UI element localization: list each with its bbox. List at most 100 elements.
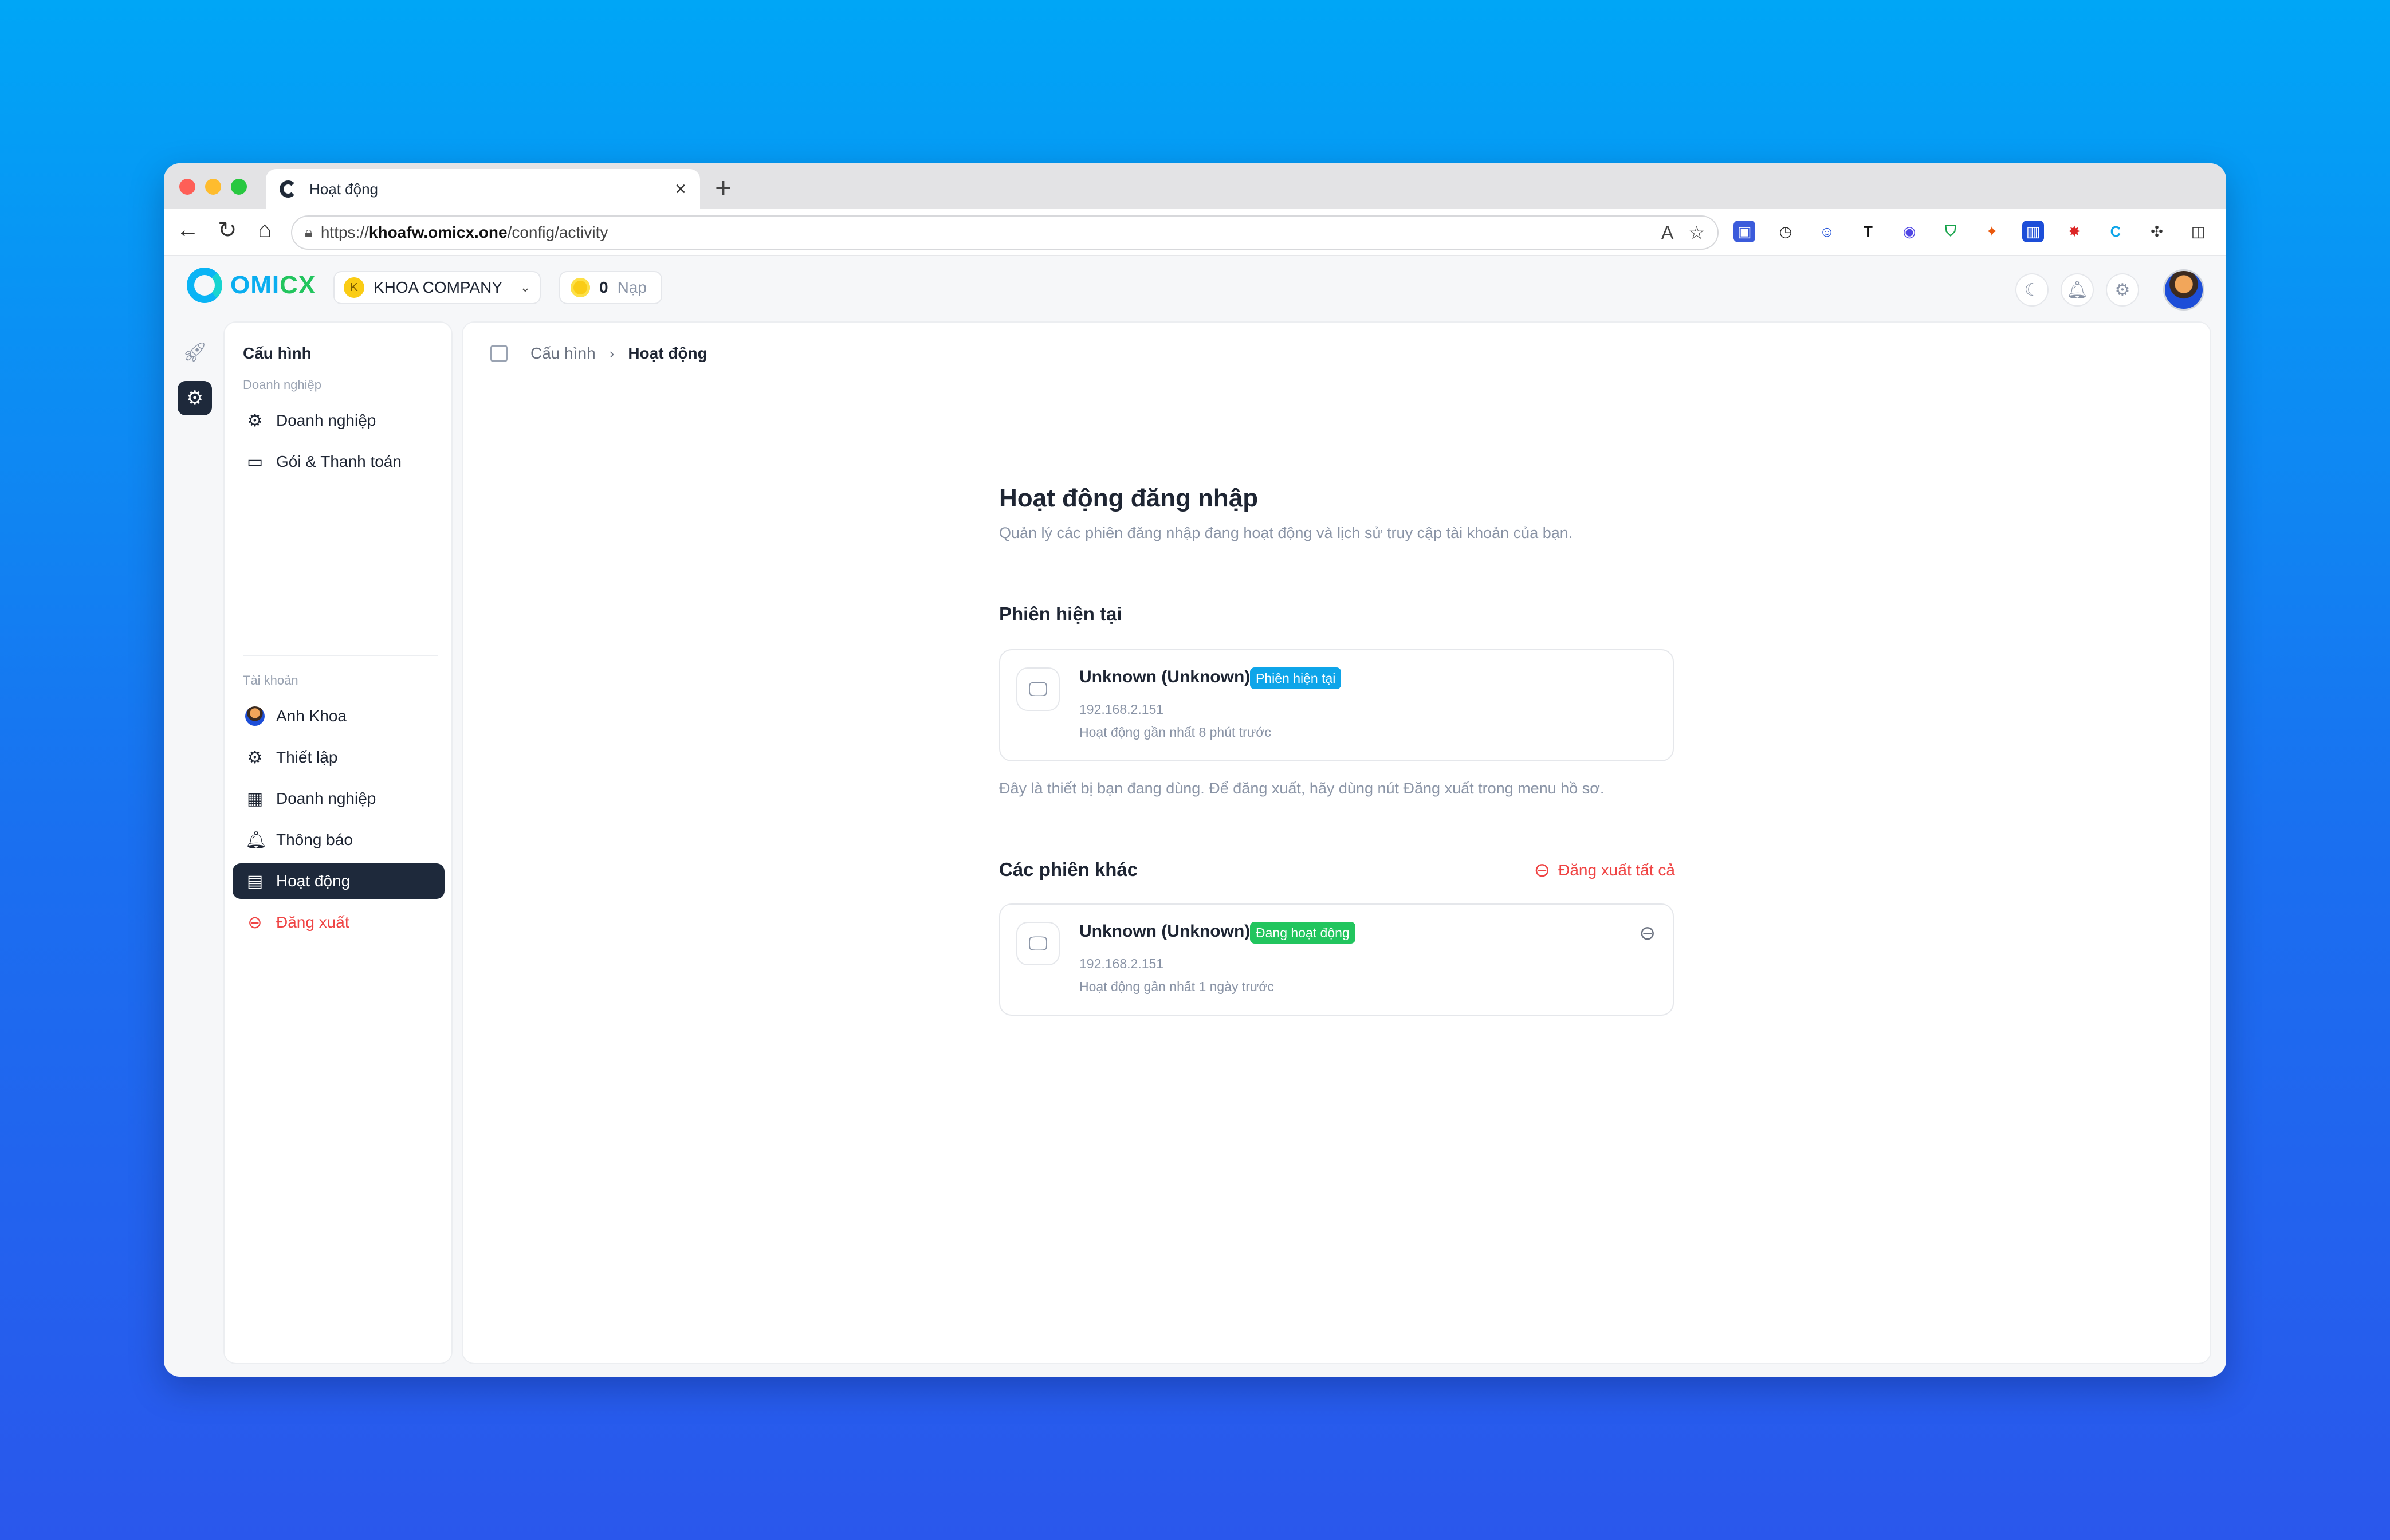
chevron-right-icon: ›: [609, 344, 615, 362]
bell-icon: 🔔︎: [245, 830, 268, 850]
sidebar-item-settings[interactable]: ⚙ Thiết lập: [233, 740, 445, 775]
coin-count: 0: [599, 278, 608, 296]
clock-extension-icon[interactable]: ◷: [1775, 221, 1797, 242]
company-switcher[interactable]: K KHOA COMPANY ⌄: [333, 271, 541, 304]
page-title: Hoạt động đăng nhập: [999, 484, 1259, 512]
omicx-favicon-icon: [280, 180, 297, 198]
browser-tab[interactable]: Hoạt động ×: [266, 169, 700, 209]
minimize-window-button[interactable]: [205, 179, 221, 195]
fox-extension-icon[interactable]: ✦: [1981, 221, 2003, 242]
last-active: Hoạt động gần nhất 8 phút trước: [1079, 725, 1271, 740]
bug-extension-icon[interactable]: ✸: [2063, 221, 2085, 242]
reload-icon[interactable]: ↻: [218, 217, 237, 243]
company-name: KHOA COMPANY: [374, 278, 503, 296]
bot-extension-icon[interactable]: ☺: [1816, 221, 1838, 242]
home-icon[interactable]: ⌂: [258, 217, 272, 243]
bell-icon[interactable]: 🔔︎: [2061, 273, 2094, 307]
sidebar-item-label: Đăng xuất: [276, 913, 349, 931]
chevron-down-icon: ⌄: [520, 280, 530, 294]
company-avatar: K: [344, 277, 364, 298]
coin-balance-button[interactable]: 0 Nạp: [559, 271, 662, 304]
chart-extension-icon[interactable]: ▥: [2022, 221, 2044, 242]
ip-address: 192.168.2.151: [1079, 702, 1164, 717]
new-tab-button[interactable]: +: [715, 171, 732, 205]
sidebar-item-notifications[interactable]: 🔔︎ Thông báo: [233, 822, 445, 858]
sidebar-item-plan-billing[interactable]: ▭ Gói & Thanh toán: [233, 444, 445, 480]
top-up-label: Nạp: [617, 278, 647, 296]
sidebar-title: Cấu hình: [243, 344, 312, 362]
shield-extension-icon[interactable]: ⛉: [1940, 221, 1961, 242]
sidebar-item-company[interactable]: ▦ Doanh nghiệp: [233, 781, 445, 816]
gear-icon: ⚙: [247, 748, 263, 767]
favorite-star-icon[interactable]: ☆: [1688, 222, 1705, 243]
config-gear-icon[interactable]: ⚙: [178, 381, 212, 415]
split-screen-icon[interactable]: ◫: [2187, 221, 2209, 242]
sidebar-item-activity[interactable]: ▤ Hoạt động: [233, 863, 445, 899]
current-session-heading: Phiên hiện tại: [999, 603, 1122, 624]
last-active: Hoạt động gần nhất 1 ngày trước: [1079, 979, 1274, 994]
sidebar-divider: [243, 655, 438, 656]
page-subtitle: Quản lý các phiên đăng nhập đang hoạt độ…: [999, 524, 1573, 541]
tab-title: Hoạt động: [309, 180, 378, 198]
gear-icon: ⚙: [247, 411, 263, 430]
status-badge: Đang hoạt động: [1250, 922, 1355, 944]
back-icon[interactable]: ←: [176, 217, 199, 243]
read-aloud-icon[interactable]: A: [1661, 222, 1673, 243]
sidebar-item-label: Anh Khoa: [276, 707, 347, 725]
extension-1-icon[interactable]: ▣: [1733, 221, 1755, 242]
logo-text: OMICX: [230, 271, 316, 299]
sidebar-item-business[interactable]: ⚙ Doanh nghiệp: [233, 403, 445, 438]
layout-icon[interactable]: [490, 345, 508, 362]
device-name: Unknown (Unknown): [1079, 922, 1251, 941]
browser-window: Hoạt động × + ← ↻ ⌂ 🔒︎ https://khoafw.om…: [164, 163, 2226, 1377]
sidebar-item-profile[interactable]: Anh Khoa: [233, 698, 445, 734]
breadcrumb-parent-link[interactable]: Cấu hình: [530, 344, 596, 363]
status-badge: Phiên hiện tại: [1250, 667, 1342, 689]
puzzle-extension-icon[interactable]: ✣: [2146, 221, 2168, 242]
card-icon: ▭: [246, 452, 264, 472]
section-business-label: Doanh nghiệp: [243, 378, 322, 392]
close-tab-icon[interactable]: ×: [675, 178, 686, 201]
logout-icon: ⊖: [247, 913, 262, 932]
url-text[interactable]: https://khoafw.omicx.one/config/activity: [321, 223, 1646, 242]
t-extension-icon[interactable]: T: [1857, 221, 1879, 242]
app-header: OMICX K KHOA COMPANY ⌄ 0 Nạp ☾ 🔔︎ ⚙: [164, 256, 2226, 317]
logout-icon: ⊖: [1534, 859, 1551, 881]
lock-icon[interactable]: 🔒︎: [305, 223, 313, 242]
browser-toolbar: ← ↻ ⌂ 🔒︎ https://khoafw.omicx.one/config…: [164, 209, 2226, 256]
section-account-label: Tài khoản: [243, 673, 298, 688]
maximize-window-button[interactable]: [231, 179, 247, 195]
logout-all-button[interactable]: ⊖ Đăng xuất tất cả: [1534, 859, 1675, 882]
other-session-card: 🖵︎ Unknown (Unknown) Đang hoạt động 192.…: [999, 903, 1674, 1016]
device-name: Unknown (Unknown): [1079, 667, 1251, 686]
address-bar[interactable]: 🔒︎ https://khoafw.omicx.one/config/activ…: [291, 215, 1719, 250]
omicx-logo[interactable]: OMICX: [187, 268, 316, 303]
settings-gear-icon[interactable]: ⚙: [2106, 273, 2139, 307]
sidebar-item-label: Hoạt động: [276, 872, 351, 890]
avatar: [245, 706, 265, 726]
circle-extension-icon[interactable]: ◉: [1898, 221, 1920, 242]
other-sessions-heading: Các phiên khác: [999, 859, 1138, 880]
monitor-icon: 🖵︎: [1016, 667, 1060, 711]
monitor-icon: 🖵︎: [1016, 922, 1060, 965]
logo-ring-icon: [187, 268, 222, 303]
sidebar-item-logout[interactable]: ⊖ Đăng xuất: [233, 905, 445, 940]
building-icon: ▦: [246, 789, 264, 808]
session-logout-icon[interactable]: ⊖: [1640, 922, 1656, 945]
sidebar-item-label: Doanh nghiệp: [276, 411, 376, 429]
c-extension-icon[interactable]: C: [2105, 221, 2126, 242]
config-sidebar: Cấu hình Doanh nghiệp ⚙ Doanh nghiệp ▭ G…: [223, 321, 453, 1364]
close-window-button[interactable]: [179, 179, 195, 195]
current-session-card: 🖵︎ Unknown (Unknown) Phiên hiện tại 192.…: [999, 649, 1674, 761]
dark-mode-toggle-icon[interactable]: ☾: [2015, 273, 2049, 307]
sidebar-item-label: Gói & Thanh toán: [276, 453, 402, 470]
logout-all-label: Đăng xuất tất cả: [1558, 861, 1675, 879]
breadcrumb: Cấu hình › Hoạt động: [490, 344, 707, 363]
sidebar-item-label: Thông báo: [276, 831, 353, 848]
main-panel: Cấu hình › Hoạt động Hoạt động đăng nhập…: [462, 321, 2211, 1364]
sidebar-item-label: Doanh nghiệp: [276, 789, 376, 807]
current-session-note: Đây là thiết bị bạn đang dùng. Để đăng x…: [999, 780, 1605, 797]
coin-icon: [571, 278, 590, 297]
user-avatar[interactable]: [2163, 269, 2204, 311]
rocket-icon[interactable]: 🚀︎: [178, 335, 212, 370]
